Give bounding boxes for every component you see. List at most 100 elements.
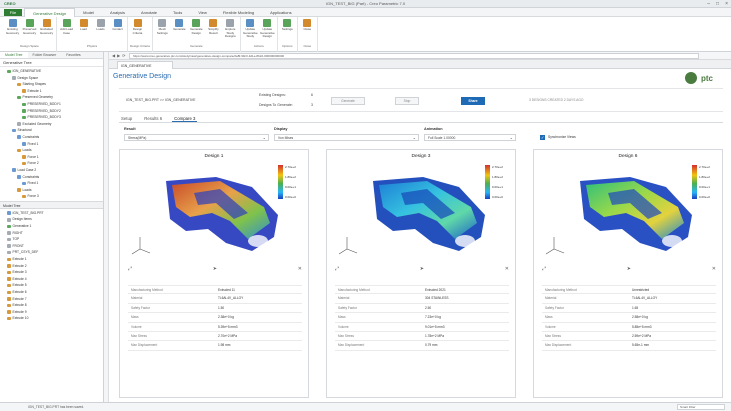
ribbon-button-generate[interactable]: Generate — [172, 19, 187, 32]
generate-button[interactable]: Generate — [331, 97, 365, 105]
tree-node[interactable]: Extrude 1 — [0, 256, 103, 263]
ribbon-button-generate-design[interactable]: Generate Design — [189, 19, 204, 35]
menu-tab-annotate[interactable]: Annotate — [133, 8, 165, 17]
menu-tab-tools[interactable]: Tools — [165, 8, 190, 17]
file-menu-button[interactable]: File — [4, 9, 22, 16]
tree-node[interactable]: Force 3 — [0, 193, 103, 200]
display-select[interactable]: Von Mises ⌄ — [274, 134, 419, 141]
design-viewport[interactable]: 2.70e+2 1.80e+2 9.00e+1 0.00e+0 — [124, 159, 306, 269]
result-select[interactable]: Stress(MPa) ⌄ — [124, 134, 269, 141]
ribbon-button-add-load-case[interactable]: Add Load Case — [59, 19, 74, 35]
tree-node[interactable]: Loads — [0, 147, 103, 154]
panel-tab-folder-browser[interactable]: Folder Browser — [28, 52, 62, 58]
tree-node[interactable]: Excluded Geometry — [0, 121, 103, 128]
tree-node[interactable]: PRESERVED_BODY1 — [0, 101, 103, 108]
url-field[interactable]: https://www.creo-generative.ptc.com/stud… — [129, 53, 699, 59]
tree-node[interactable]: TOP — [0, 236, 103, 243]
minimize-icon[interactable]: – — [707, 1, 710, 7]
tree-node[interactable]: Loads — [0, 187, 103, 194]
ribbon-button-contact[interactable]: Contact — [110, 19, 125, 32]
panel-tab-model-tree[interactable]: Model Tree — [0, 52, 28, 58]
close-window-icon[interactable]: × — [725, 1, 728, 7]
share-arrow-icon[interactable]: ➤ — [420, 266, 424, 274]
result-select-value: Stress(MPa) — [128, 136, 147, 140]
ribbon-button-preserved-geometry[interactable]: Preserved Geometry — [22, 19, 37, 35]
expand-icon[interactable]: ⤢ — [335, 266, 339, 274]
browser-nav-icons[interactable]: ◀▶⟳ — [112, 53, 128, 58]
ribbon-button-existing-geometry[interactable]: Existing Geometry — [5, 19, 20, 35]
menu-tab-model[interactable]: Model — [75, 8, 102, 17]
tree-node[interactable]: Extrude 3 — [0, 269, 103, 276]
subtab-setup[interactable]: Setup — [119, 114, 134, 122]
tree-node[interactable]: PRESERVED_BODY2 — [0, 108, 103, 115]
design-viewport[interactable]: 2.70e+2 1.80e+2 9.00e+1 0.00e+0 — [331, 159, 513, 269]
ribbon-button-excluded-geometry[interactable]: Excluded Geometry — [39, 19, 54, 35]
menu-tab-generative-design[interactable]: Generative Design — [24, 8, 76, 17]
tree-node[interactable]: Extrude 7 — [0, 296, 103, 303]
tree-node[interactable]: Constraints — [0, 134, 103, 141]
tree-node[interactable]: RIGHT — [0, 230, 103, 237]
ribbon-button-close[interactable]: Close — [300, 19, 315, 32]
tree-node[interactable]: IGN_TEST_BIG.PRT — [0, 210, 103, 217]
expand-icon[interactable]: ⤢ — [128, 266, 132, 274]
stop-button[interactable]: Stop — [395, 97, 419, 105]
subtab-compare-3[interactable]: Compare 3 — [172, 114, 198, 122]
subtab-results-6[interactable]: Results 6 — [142, 114, 164, 122]
tree-node[interactable]: Generative 1 — [0, 223, 103, 230]
ribbon-button-update-generative-design[interactable]: Update Generative Design — [260, 19, 275, 39]
tree-node[interactable]: Extrude 2 — [0, 263, 103, 270]
tree-node[interactable]: Starting Shapes — [0, 81, 103, 88]
design-viewport[interactable]: 2.70e+2 1.80e+2 9.00e+1 0.00e+0 — [538, 159, 720, 269]
tree-node[interactable]: PRT_CSYS_DEF — [0, 249, 103, 256]
tree-node[interactable]: Design Space — [0, 75, 103, 82]
menu-tab-view[interactable]: View — [190, 8, 215, 17]
tree-node[interactable]: Extrude 9 — [0, 309, 103, 316]
tree-node[interactable]: Extrude 8 — [0, 302, 103, 309]
tree-node[interactable]: Extrude 6 — [0, 289, 103, 296]
animation-select[interactable]: Full Scale 1.00000 ⌄ — [424, 134, 516, 141]
tree-node[interactable]: Fixed 1 — [0, 180, 103, 187]
tree-node[interactable]: Structural — [0, 127, 103, 134]
tree-node[interactable]: IGN_GENERATIVE — [0, 68, 103, 75]
menu-tab-flexible-modeling[interactable]: Flexible Modeling — [215, 8, 262, 17]
share-arrow-icon[interactable]: ➤ — [627, 266, 631, 274]
maximize-icon[interactable]: □ — [716, 1, 719, 7]
remove-icon[interactable]: ✕ — [712, 266, 716, 274]
ribbon-button-simplify-result[interactable]: Simplify Result — [206, 19, 221, 35]
share-button[interactable]: Share — [461, 97, 485, 105]
smart-filter-select[interactable]: Smart Filter — [677, 404, 725, 410]
expand-icon[interactable]: ⤢ — [542, 266, 546, 274]
ribbon-button-mesh-settings[interactable]: Mesh Settings — [155, 19, 170, 35]
ribbon-button-loads[interactable]: Loads — [93, 19, 108, 32]
browser-tab[interactable]: IGN_GENERATIVE — [117, 61, 173, 69]
tree-node[interactable]: Extrude 1 — [0, 88, 103, 95]
tree-node[interactable]: FRONT — [0, 243, 103, 250]
ribbon-button-update-generative-study[interactable]: Update Generative Study — [243, 19, 258, 39]
ribbon-button-design-criteria[interactable]: Design Criteria — [130, 19, 145, 35]
tree-node[interactable]: Constraints — [0, 174, 103, 181]
ribbon-button-load[interactable]: Load — [76, 19, 91, 32]
menu-tab-analysis[interactable]: Analysis — [102, 8, 133, 17]
ribbon-button-explore-study-designs[interactable]: Explore Study Designs — [223, 19, 238, 39]
remove-icon[interactable]: ✕ — [505, 266, 509, 274]
ribbon-button-settings[interactable]: Settings — [280, 19, 295, 32]
display-select-value: Von Mises — [278, 136, 294, 140]
tree-node[interactable]: Load Case 2 — [0, 167, 103, 174]
property-name: Max Displacement — [338, 343, 365, 348]
ribbon-button-label: Explore Study Designs — [224, 27, 236, 38]
property-name: Material — [545, 296, 557, 301]
share-arrow-icon[interactable]: ➤ — [213, 266, 217, 274]
tree-node[interactable]: Force 1 — [0, 154, 103, 161]
tree-node[interactable]: Fixed 1 — [0, 141, 103, 148]
tree-node[interactable]: PRESERVED_BODY3 — [0, 114, 103, 121]
tree-node[interactable]: Preserved Geometry — [0, 94, 103, 101]
tree-node[interactable]: Extrude 4 — [0, 276, 103, 283]
tree-node[interactable]: Extrude 10 — [0, 315, 103, 322]
tree-node[interactable]: Force 2 — [0, 160, 103, 167]
sync-views-checkbox[interactable]: ✓ — [540, 135, 545, 140]
panel-tab-favorites[interactable]: Favorites — [61, 52, 85, 58]
tree-node[interactable]: Design Items — [0, 216, 103, 223]
tree-node[interactable]: Extrude 5 — [0, 282, 103, 289]
remove-icon[interactable]: ✕ — [298, 266, 302, 274]
menu-tab-applications[interactable]: Applications — [262, 8, 300, 17]
